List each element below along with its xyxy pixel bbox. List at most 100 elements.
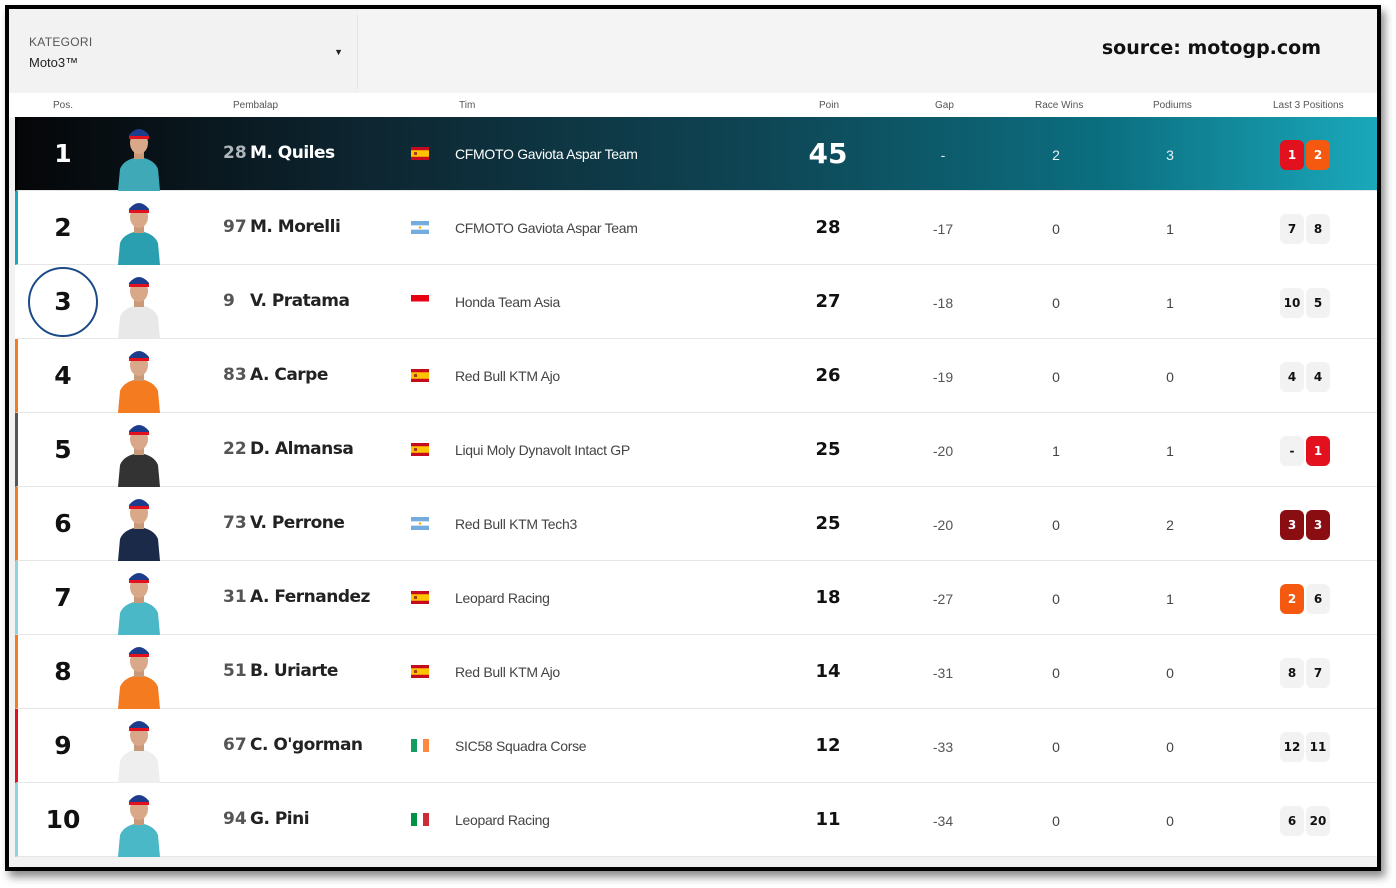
rider-number: 9 bbox=[223, 291, 235, 311]
race-wins: 2 bbox=[1052, 147, 1060, 163]
position: 5 bbox=[54, 435, 72, 464]
last-position-chip: 4 bbox=[1280, 362, 1304, 392]
spain-flag-icon bbox=[411, 369, 429, 382]
position: 7 bbox=[54, 583, 72, 612]
top-right-area: source: motogp.com bbox=[359, 9, 1377, 93]
race-wins: 0 bbox=[1052, 295, 1060, 311]
team-name: Red Bull KTM Ajo bbox=[455, 368, 560, 384]
last-positions: -1 bbox=[1280, 436, 1340, 466]
points: 12 bbox=[815, 735, 841, 756]
rider-avatar bbox=[114, 195, 164, 265]
points: 25 bbox=[815, 439, 841, 460]
points: 45 bbox=[808, 137, 848, 170]
table-row[interactable]: 2 97 M. Morelli CFMOTO Gaviota Aspar Team 28… bbox=[15, 191, 1377, 265]
last-position-chip: 1 bbox=[1280, 140, 1304, 170]
position: 4 bbox=[54, 361, 72, 390]
table-row[interactable]: 1 28 M. Quiles CFMOTO Gaviota Aspar Team 45 -… bbox=[15, 117, 1377, 191]
gap: -18 bbox=[932, 295, 954, 311]
last-position-chip: - bbox=[1280, 436, 1304, 466]
position: 6 bbox=[54, 509, 72, 538]
table-row[interactable]: 8 51 B. Uriarte Red Bull KTM Ajo 14 -31 0 0 8 7 bbox=[15, 635, 1377, 709]
rider-number: 22 bbox=[223, 439, 247, 459]
category-label: KATEGORI bbox=[29, 35, 93, 49]
category-value: Moto3™ bbox=[29, 55, 79, 70]
last-position-chip: 2 bbox=[1306, 140, 1330, 170]
table-row[interactable]: 5 22 D. Almansa Liqui Moly Dynavolt Intact … bbox=[15, 413, 1377, 487]
team-name: Liqui Moly Dynavolt Intact GP bbox=[455, 442, 630, 458]
last-position-chip: 7 bbox=[1280, 214, 1304, 244]
gap: - bbox=[940, 147, 946, 163]
spain-flag-icon bbox=[411, 665, 429, 678]
rider-name[interactable]: A. Fernandez bbox=[250, 587, 370, 607]
race-wins: 0 bbox=[1052, 665, 1060, 681]
rider-name[interactable]: G. Pini bbox=[250, 809, 310, 829]
header-gap: Gap bbox=[935, 100, 954, 111]
team-name: CFMOTO Gaviota Aspar Team bbox=[455, 220, 638, 236]
rider-avatar bbox=[114, 565, 164, 635]
table-row[interactable]: 7 31 A. Fernandez Leopard Racing 18 -27 0 1 2 6 bbox=[15, 561, 1377, 635]
gap: -19 bbox=[932, 369, 954, 385]
source-note: source: motogp.com bbox=[1101, 37, 1321, 59]
category-select[interactable]: KATEGORI Moto3™ ▼ bbox=[17, 15, 358, 89]
last-position-chip: 7 bbox=[1306, 658, 1330, 688]
gap: -33 bbox=[932, 739, 954, 755]
points: 14 bbox=[815, 661, 841, 682]
last-positions: 33 bbox=[1280, 510, 1340, 540]
header-wins: Race Wins bbox=[1035, 100, 1084, 111]
last-position-chip: 3 bbox=[1280, 510, 1304, 540]
table-row[interactable]: 10 94 G. Pini Leopard Racing 11 -34 0 0 6 20 bbox=[15, 783, 1377, 857]
rider-name[interactable]: D. Almansa bbox=[250, 439, 354, 459]
position: 2 bbox=[54, 213, 72, 242]
rider-name[interactable]: M. Quiles bbox=[250, 143, 335, 163]
header-rider: Pembalap bbox=[233, 100, 279, 111]
team-name: Red Bull KTM Tech3 bbox=[455, 516, 577, 532]
team-name: Leopard Racing bbox=[455, 812, 550, 828]
table-row[interactable]: 3 9 V. Pratama Honda Team Asia 27 -18 0 1 10 5 bbox=[15, 265, 1377, 339]
last-positions: 12 bbox=[1280, 140, 1340, 170]
rider-avatar bbox=[114, 417, 164, 487]
last-position-chip: 6 bbox=[1280, 806, 1304, 836]
rider-number: 67 bbox=[223, 735, 247, 755]
rider-number: 28 bbox=[223, 143, 247, 163]
top-bar: KATEGORI Moto3™ ▼ source: motogp.com bbox=[9, 9, 1377, 93]
standings-screenshot: KATEGORI Moto3™ ▼ source: motogp.com Pos… bbox=[5, 5, 1381, 871]
argentina-flag-icon bbox=[411, 221, 429, 234]
rider-number: 94 bbox=[223, 809, 247, 829]
indonesia-flag-icon bbox=[411, 295, 429, 308]
caret-down-icon[interactable]: ▼ bbox=[334, 47, 343, 57]
gap: -17 bbox=[932, 221, 954, 237]
last-position-chip: 8 bbox=[1306, 214, 1330, 244]
team-name: Leopard Racing bbox=[455, 590, 550, 606]
rider-avatar bbox=[114, 343, 164, 413]
rider-name[interactable]: M. Morelli bbox=[250, 217, 341, 237]
race-wins: 0 bbox=[1052, 517, 1060, 533]
last-positions: 44 bbox=[1280, 362, 1340, 392]
last-position-chip: 5 bbox=[1306, 288, 1330, 318]
last-position-chip: 1 bbox=[1306, 436, 1330, 466]
podiums: 0 bbox=[1166, 739, 1174, 755]
rider-name[interactable]: A. Carpe bbox=[250, 365, 328, 385]
spain-flag-icon bbox=[411, 147, 429, 160]
last-positions: 10 5 bbox=[1280, 288, 1340, 318]
rider-name[interactable]: V. Pratama bbox=[250, 291, 350, 311]
last-positions: 78 bbox=[1280, 214, 1340, 244]
last-position-chip: 10 bbox=[1280, 288, 1304, 318]
podiums: 1 bbox=[1166, 591, 1174, 607]
rider-number: 51 bbox=[223, 661, 247, 681]
rider-name[interactable]: B. Uriarte bbox=[250, 661, 338, 681]
gap: -27 bbox=[932, 591, 954, 607]
ireland-flag-icon bbox=[411, 739, 429, 752]
position: 1 bbox=[54, 139, 72, 168]
rider-name[interactable]: V. Perrone bbox=[250, 513, 345, 533]
points: 26 bbox=[815, 365, 841, 386]
table-row[interactable]: 6 73 V. Perrone Red Bull KTM Tech3 25 -20 0 2 3 3 bbox=[15, 487, 1377, 561]
last-position-chip: 4 bbox=[1306, 362, 1330, 392]
podiums: 3 bbox=[1166, 147, 1174, 163]
rider-name[interactable]: C. O'gorman bbox=[250, 735, 363, 755]
last-position-chip: 8 bbox=[1280, 658, 1304, 688]
points: 18 bbox=[815, 587, 841, 608]
last-positions: 12 11 bbox=[1280, 732, 1340, 762]
table-row[interactable]: 9 67 C. O'gorman SIC58 Squadra Corse 12 -33 0 0… bbox=[15, 709, 1377, 783]
rider-avatar bbox=[114, 787, 164, 857]
table-row[interactable]: 4 83 A. Carpe Red Bull KTM Ajo 26 -19 0 0 4 4 bbox=[15, 339, 1377, 413]
